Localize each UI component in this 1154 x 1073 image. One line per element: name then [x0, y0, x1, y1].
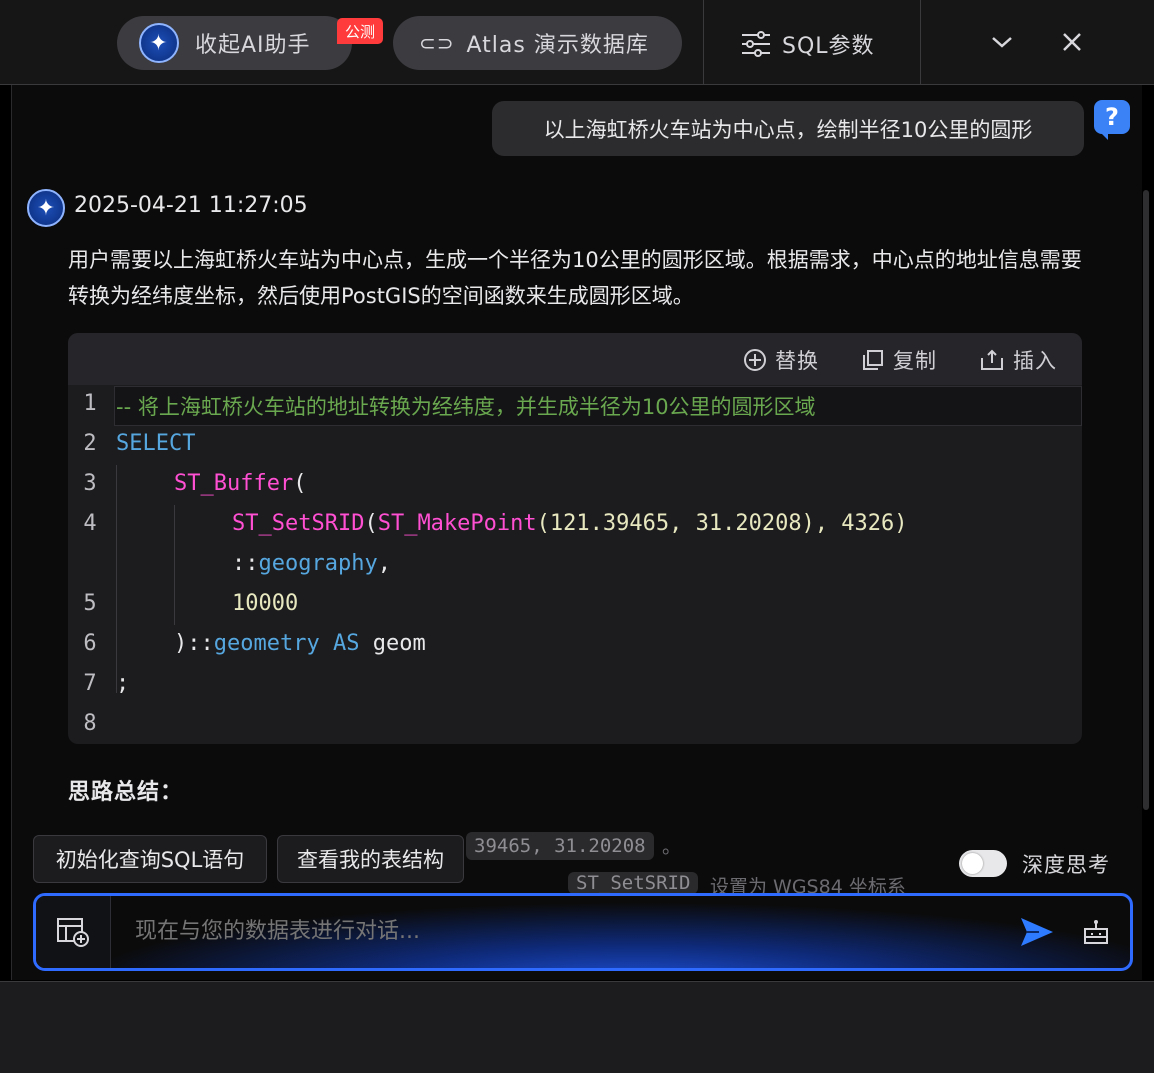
- line-number: 7: [83, 671, 97, 696]
- inline-code: 39465, 31.20208: [466, 832, 654, 860]
- init-query-button[interactable]: 初始化查询SQL语句: [33, 835, 267, 883]
- code-block-header: 替换 复制 插入: [68, 333, 1082, 385]
- punctuation: (: [293, 471, 307, 496]
- collapse-ai-button[interactable]: ✦ 收起AI助手: [117, 16, 352, 70]
- punctuation: (: [364, 511, 378, 536]
- line-number: 8: [83, 711, 97, 736]
- code-line-select: SELECT: [116, 431, 195, 456]
- sql-params-label: SQL参数: [782, 34, 875, 59]
- toggle-knob: [962, 853, 983, 874]
- deep-thinking-toggle[interactable]: [959, 850, 1007, 877]
- sql-code-block: 替换 复制 插入 1 2 3 4 5 6 7 8 -- 将上海虹桥火车站的地址转…: [68, 333, 1082, 744]
- copy-icon: [863, 350, 883, 370]
- copy-label: 复制: [893, 349, 937, 373]
- code-line-radius: 10000: [232, 591, 299, 616]
- code-line-geography: ::geography,: [232, 551, 391, 576]
- replace-label: 替换: [775, 349, 819, 373]
- plus-circle-icon: [744, 349, 766, 371]
- type-name: geometry: [213, 631, 320, 656]
- top-toolbar: ✦ 收起AI助手 公测 ⊂⊃ Atlas 演示数据库 SQL参数: [0, 0, 1154, 85]
- insert-icon: [981, 349, 1003, 370]
- code-comment-line: -- 将上海虹桥火车站的地址转换为经纬度，并生成半径为10公里的圆形区域: [116, 395, 816, 419]
- chevron-down-icon[interactable]: [990, 34, 1014, 50]
- close-icon[interactable]: [1061, 31, 1083, 53]
- replace-button[interactable]: 替换: [743, 345, 819, 375]
- indent-guide: [174, 505, 175, 625]
- copy-button[interactable]: 复制: [861, 345, 937, 375]
- code-line-setsrid: ST_SetSRID(ST_MakePoint(121.39465, 31.20…: [232, 511, 908, 536]
- line-number: 4: [83, 511, 97, 536]
- table-add-icon: [57, 918, 89, 947]
- code-line-buffer: ST_Buffer(: [174, 471, 306, 496]
- deep-thinking-label: 深度思考: [1022, 853, 1110, 877]
- summary-title: 思路总结：: [68, 780, 184, 805]
- function-name: ST_Buffer: [174, 471, 294, 496]
- chat-input-box: [33, 893, 1133, 971]
- line-number: 6: [83, 631, 97, 656]
- line-number: 2: [83, 431, 97, 456]
- sliders-icon: [742, 31, 770, 57]
- chat-input[interactable]: [133, 918, 997, 945]
- insert-button[interactable]: 插入: [979, 345, 1057, 375]
- beta-badge: 公测: [337, 18, 383, 44]
- keyword: AS: [332, 631, 360, 656]
- line-number: 3: [83, 471, 97, 496]
- punctuation: ,: [377, 551, 391, 576]
- code-line-semicolon: ;: [116, 671, 130, 696]
- bottom-area: [0, 981, 1154, 1073]
- code-line-geometry: )::geometry AS geom: [174, 631, 426, 656]
- line-number: 5: [83, 591, 97, 616]
- question-icon-tail: [1100, 132, 1108, 140]
- database-selector[interactable]: ⊂⊃ Atlas 演示数据库: [393, 16, 682, 70]
- view-table-structure-button[interactable]: 查看我的表结构: [277, 835, 464, 883]
- send-icon[interactable]: [1019, 916, 1055, 948]
- question-icon[interactable]: ?: [1094, 100, 1130, 134]
- inline-code: ST_SetSRID: [568, 872, 699, 894]
- type-name: geography: [258, 551, 378, 576]
- line-number: 1: [83, 391, 97, 416]
- divider: [920, 0, 921, 84]
- assistant-avatar-icon: ✦: [27, 189, 65, 227]
- database-label: Atlas 演示数据库: [466, 33, 649, 58]
- add-table-button[interactable]: [36, 896, 111, 968]
- function-name: ST_SetSRID: [232, 511, 365, 536]
- partial-text: 设置为 WGS84 坐标系: [710, 876, 906, 894]
- function-name: ST_MakePoint: [377, 511, 537, 536]
- insert-label: 插入: [1013, 349, 1057, 373]
- assistant-response-text: 用户需要以上海虹桥火车站为中心点，生成一个半径为10公里的圆形区域。根据需求，中…: [68, 248, 1082, 308]
- chat-scrollbar[interactable]: [1143, 190, 1149, 810]
- link-icon: ⊂⊃: [419, 31, 455, 55]
- punctuation: )::: [174, 631, 214, 656]
- keyword: SELECT: [116, 431, 196, 456]
- alias: geom: [372, 631, 426, 656]
- divider: [703, 0, 704, 84]
- partial-text: 。: [662, 836, 682, 858]
- sparkle-icon: ✦: [139, 23, 179, 63]
- arguments: (121.39465, 31.20208), 4326): [536, 511, 908, 536]
- punctuation: ::: [232, 551, 259, 576]
- robot-icon[interactable]: [1082, 918, 1110, 946]
- collapse-ai-label: 收起AI助手: [195, 33, 311, 58]
- message-timestamp: 2025-04-21 11:27:05: [74, 193, 308, 218]
- user-message: 以上海虹桥火车站为中心点，绘制半径10公里的圆形: [492, 101, 1084, 156]
- sql-params-button[interactable]: SQL参数: [740, 28, 875, 60]
- indent-guide: [116, 465, 117, 693]
